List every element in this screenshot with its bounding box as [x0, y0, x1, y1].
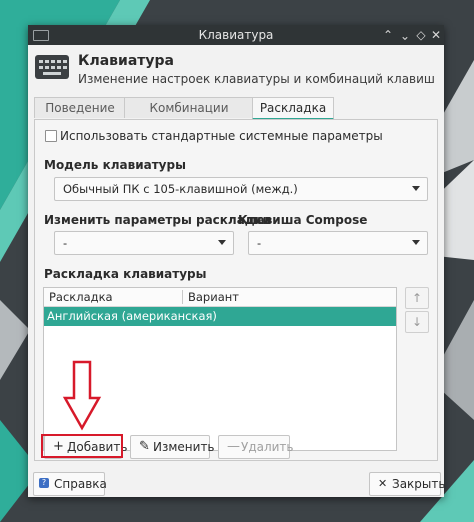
- annotation-highlight-box: [41, 434, 123, 458]
